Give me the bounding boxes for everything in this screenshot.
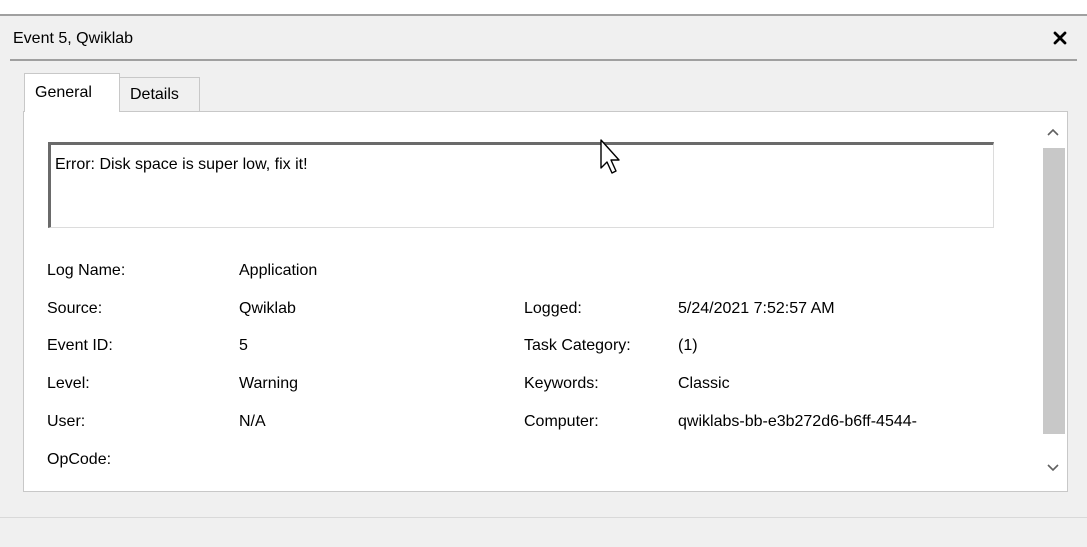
scroll-down-button[interactable]: [1039, 456, 1067, 480]
keywords-label: Keywords:: [524, 375, 599, 392]
level-label: Level:: [47, 375, 90, 392]
computer-value: qwiklabs-bb-e3b272d6-b6ff-4544-: [678, 413, 917, 430]
event-id-value: 5: [239, 337, 248, 354]
top-strip: [0, 0, 1087, 14]
logged-label: Logged:: [524, 300, 582, 317]
event-description-box[interactable]: Error: Disk space is super low, fix it!: [48, 142, 994, 228]
tab-details-label: Details: [130, 85, 179, 103]
task-category-label: Task Category:: [524, 337, 631, 354]
opcode-label: OpCode:: [47, 451, 112, 468]
scroll-thumb[interactable]: [1043, 148, 1065, 434]
level-value: Warning: [239, 375, 298, 392]
tab-general-label: General: [35, 84, 92, 101]
task-category-value: (1): [678, 337, 698, 354]
tab-general[interactable]: General: [24, 73, 120, 112]
title-separator: [10, 59, 1077, 61]
close-icon: [1053, 31, 1067, 45]
general-tab-panel: Error: Disk space is super low, fix it! …: [23, 111, 1068, 492]
event-id-label: Event ID:: [47, 337, 113, 354]
chevron-up-icon: [1047, 128, 1059, 136]
user-value: N/A: [239, 413, 266, 430]
bottom-separator: [0, 517, 1087, 518]
keywords-value: Classic: [678, 375, 730, 392]
computer-label: Computer:: [524, 413, 599, 430]
mouse-pointer-icon: [600, 139, 620, 174]
source-label: Source:: [47, 300, 103, 317]
close-button[interactable]: [1047, 25, 1073, 51]
user-label: User:: [47, 413, 86, 430]
event-description: Error: Disk space is super low, fix it!: [55, 156, 308, 173]
scroll-up-button[interactable]: [1039, 120, 1067, 144]
chevron-down-icon: [1047, 464, 1059, 472]
log-name-value: Application: [239, 262, 318, 279]
log-name-label: Log Name:: [47, 262, 126, 279]
vertical-scrollbar[interactable]: [1039, 112, 1067, 491]
title-bar: Event 5, Qwiklab: [0, 14, 1087, 62]
tab-details[interactable]: Details: [120, 77, 200, 111]
source-value: Qwiklab: [239, 300, 296, 317]
logged-value: 5/24/2021 7:52:57 AM: [678, 300, 835, 317]
window-title: Event 5, Qwiklab: [13, 30, 134, 47]
